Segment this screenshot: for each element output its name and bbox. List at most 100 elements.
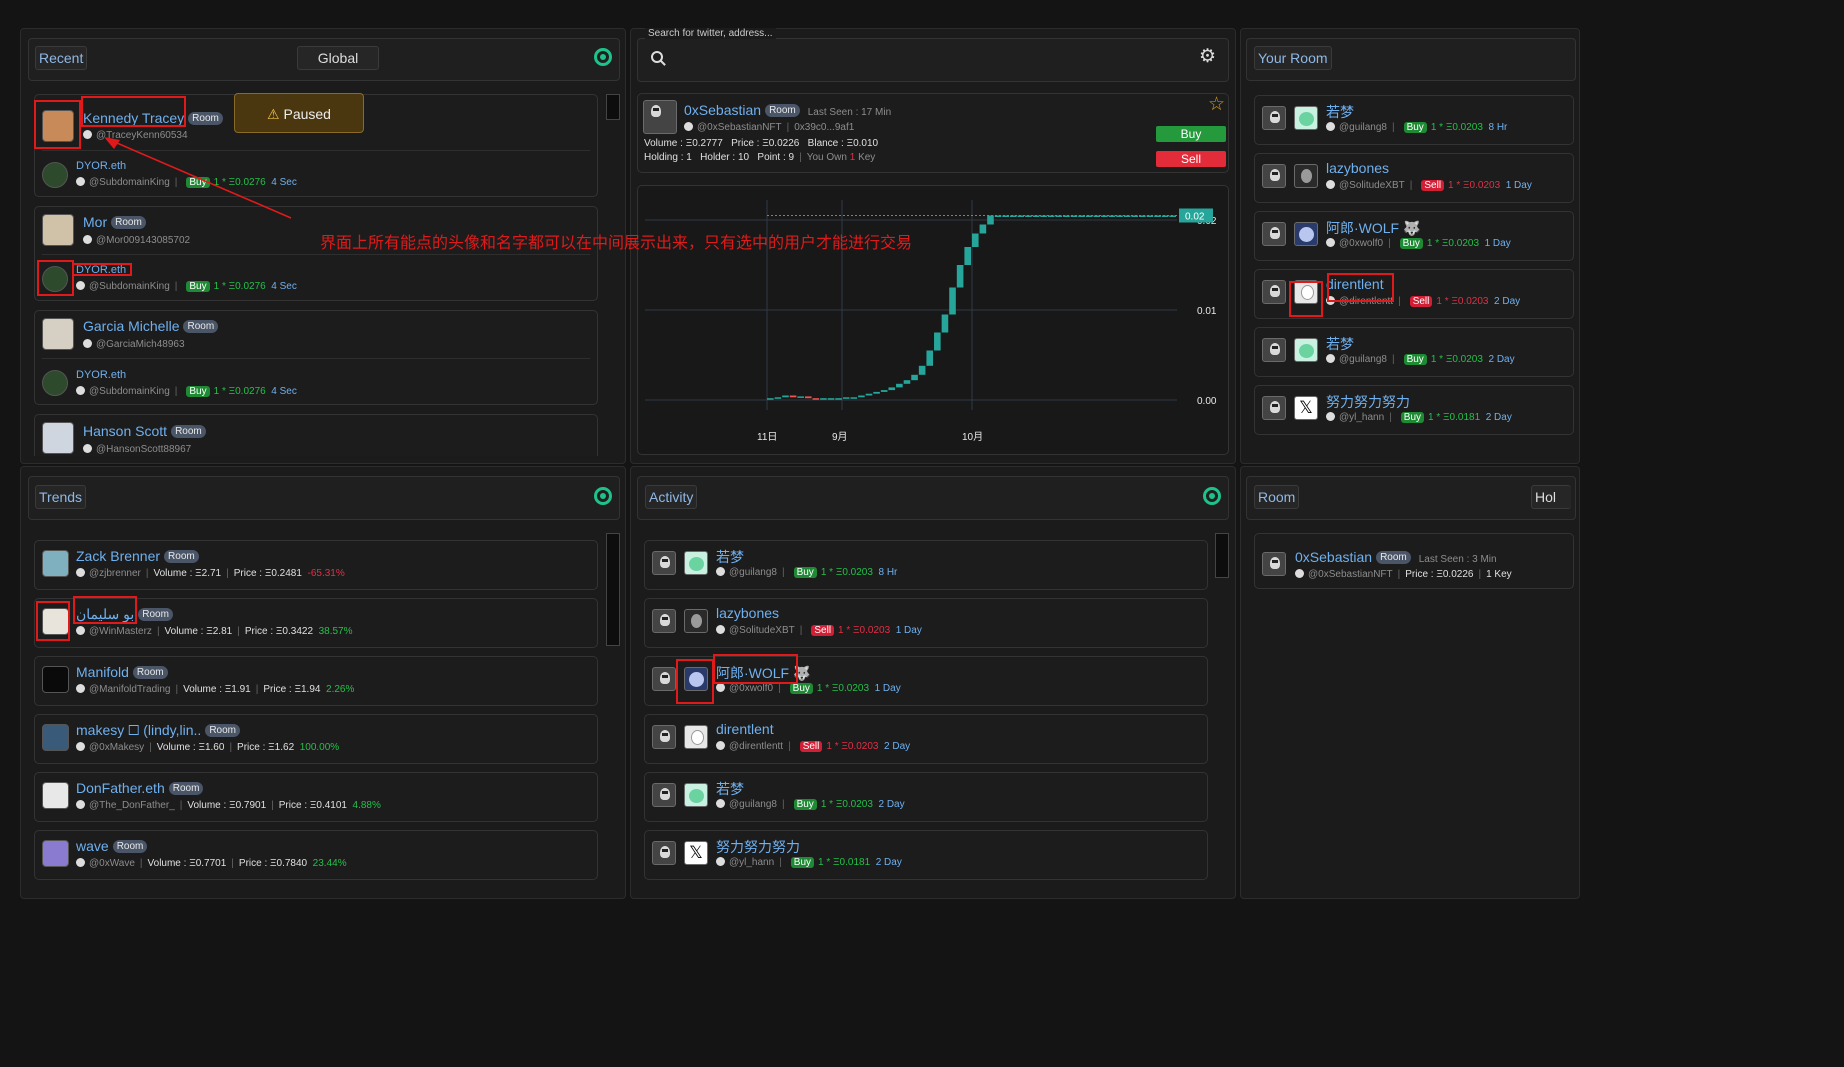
user-avatar[interactable] [684, 725, 708, 749]
user-name[interactable]: 阿郎·WOLF 🐺 [1326, 218, 1420, 238]
separator: | [271, 800, 274, 811]
trade-info: @SubdomainKing | Buy 1 * Ξ0.0276 4 Sec [76, 281, 297, 292]
user-name-text[interactable]: wave [76, 838, 109, 854]
price-chart[interactable]: 0.000.010.0211日9月10月0.02 [637, 185, 1229, 455]
profile-name-text[interactable]: 0xSebastian [684, 102, 761, 118]
trader-avatar[interactable] [652, 841, 676, 865]
user-name-text[interactable]: Zack Brenner [76, 548, 160, 564]
avatar[interactable] [42, 724, 69, 751]
user-name[interactable]: 若梦 [1326, 334, 1354, 354]
trade-amount: 1 * Ξ0.0203 [1430, 122, 1483, 133]
user-name[interactable]: lazybones [1326, 160, 1389, 176]
candle [804, 396, 812, 399]
user-name[interactable]: 若梦 [716, 547, 744, 567]
avatar[interactable] [42, 422, 74, 454]
refresh-icon[interactable] [1203, 487, 1221, 505]
user-avatar[interactable]: 𝕏 [684, 841, 708, 865]
user-avatar[interactable]: 𝕏 [1294, 396, 1318, 420]
user-name[interactable]: 若梦 [716, 779, 744, 799]
trade-amount: 1 * Ξ0.0276 [213, 386, 266, 397]
trader-avatar[interactable] [1262, 106, 1286, 130]
avatar[interactable] [42, 840, 69, 867]
avatar[interactable] [42, 214, 74, 246]
candle [812, 398, 820, 400]
tab-trends[interactable]: Trends [35, 485, 87, 509]
trader-avatar[interactable] [1262, 338, 1286, 362]
holding-value: Holding : 1 [644, 152, 692, 163]
user-name[interactable]: lazybones [716, 605, 779, 621]
refresh-icon[interactable] [594, 487, 612, 505]
candle [956, 265, 964, 288]
avatar[interactable] [42, 318, 74, 350]
avatar[interactable] [42, 550, 69, 577]
user-name[interactable]: 努力努力努力 [1326, 392, 1410, 412]
user-name[interactable]: 若梦 [1326, 102, 1354, 122]
star-icon[interactable]: ☆ [1208, 95, 1225, 114]
user-avatar[interactable] [1294, 106, 1318, 130]
search-input[interactable] [672, 46, 1172, 72]
user-avatar[interactable] [1294, 338, 1318, 362]
trader-avatar[interactable] [652, 667, 676, 691]
user-name[interactable]: 0xSebastian Room Last Seen : 3 Min [1295, 549, 1497, 565]
user-avatar[interactable] [1294, 222, 1318, 246]
user-name[interactable]: Zack Brenner Room [76, 548, 199, 564]
room-badge: Room [132, 666, 168, 679]
avatar[interactable] [42, 370, 68, 396]
tab-your-room[interactable]: Your Room [1254, 46, 1332, 70]
trader-avatar[interactable] [1262, 164, 1286, 188]
tab-global[interactable]: Global [297, 46, 379, 70]
trader-avatar[interactable] [1262, 280, 1286, 304]
tab-recent[interactable]: Recent [35, 46, 88, 70]
avatar[interactable] [42, 162, 68, 188]
user-name-text[interactable]: Hanson Scott [83, 423, 167, 439]
trader-avatar[interactable] [652, 551, 676, 575]
trader-avatar[interactable] [1262, 222, 1286, 246]
candle [911, 374, 918, 381]
buy-badge: Buy [793, 567, 817, 578]
user-name[interactable]: Manifold Room [76, 664, 168, 680]
user-name[interactable]: Garcia Michelle Room [83, 318, 219, 334]
scrollbar[interactable] [606, 94, 620, 120]
avatar[interactable] [1262, 552, 1286, 576]
user-name-text[interactable]: Manifold [76, 664, 129, 680]
wallet-address[interactable]: 0x39c0...9af1 [794, 122, 854, 133]
avatar[interactable] [643, 100, 677, 134]
user-name-text[interactable]: makesy 🞏 (lindy,lin.. [76, 722, 201, 738]
user-name[interactable]: DonFather.eth Room [76, 780, 204, 796]
trader-avatar[interactable] [652, 783, 676, 807]
trader-avatar[interactable] [652, 609, 676, 633]
trader-avatar[interactable] [1262, 396, 1286, 420]
user-name[interactable]: wave Room [76, 838, 148, 854]
user-name-text[interactable]: DonFather.eth [76, 780, 165, 796]
sell-button[interactable]: Sell [1156, 151, 1226, 167]
user-name[interactable]: 努力努力努力 [716, 837, 800, 857]
user-name[interactable]: DYOR.eth [76, 369, 126, 381]
avatar[interactable] [42, 666, 69, 693]
tab-activity[interactable]: Activity [645, 485, 698, 509]
refresh-icon[interactable] [594, 48, 612, 66]
scrollbar[interactable] [606, 533, 620, 646]
profile-name[interactable]: 0xSebastian Room Last Seen : 17 Min [684, 102, 891, 118]
trader-avatar[interactable] [652, 725, 676, 749]
user-avatar[interactable] [684, 551, 708, 575]
avatar[interactable] [42, 782, 69, 809]
separator: | [149, 742, 152, 753]
user-name[interactable]: Hanson Scott Room [83, 423, 206, 439]
candle [918, 365, 926, 375]
user-name[interactable]: direntlent [716, 721, 774, 737]
user-avatar[interactable] [684, 783, 708, 807]
gear-icon[interactable]: ⚙ [1199, 47, 1216, 66]
twitter-icon [83, 339, 92, 348]
trend-info: @0xMakesy | Volume : Ξ1.60 | Price : Ξ1.62 1… [76, 742, 339, 753]
user-name-text[interactable]: Garcia Michelle [83, 318, 179, 334]
buy-button[interactable]: Buy [1156, 126, 1226, 142]
user-avatar[interactable] [684, 609, 708, 633]
user-name[interactable]: makesy 🞏 (lindy,lin.. Room [76, 722, 240, 739]
paused-badge[interactable]: ⚠ Paused [234, 93, 364, 133]
user-avatar[interactable] [1294, 164, 1318, 188]
scrollbar[interactable] [1215, 533, 1229, 578]
candle [941, 314, 949, 333]
tab-holders[interactable]: Hol [1531, 485, 1571, 509]
tab-room[interactable]: Room [1254, 485, 1300, 509]
user-name-text[interactable]: 0xSebastian [1295, 549, 1372, 565]
